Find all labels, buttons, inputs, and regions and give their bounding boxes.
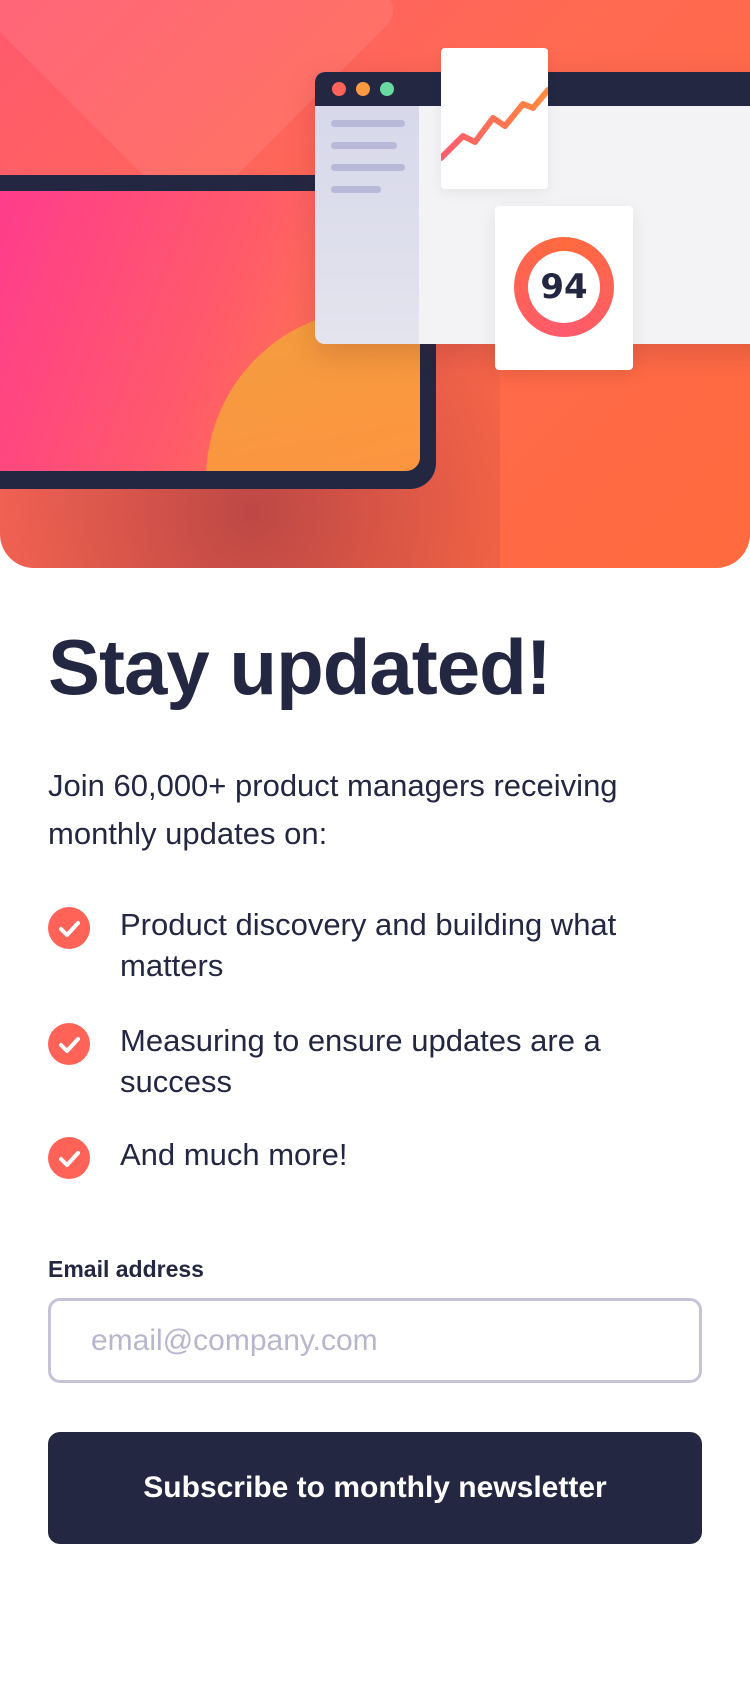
page-title: Stay updated!: [48, 623, 552, 711]
window-minimize-dot: [356, 82, 370, 96]
sidebar-line: [331, 186, 381, 193]
window-sidebar: [315, 106, 419, 344]
chart-card: [438, 48, 551, 189]
sidebar-line: [331, 164, 405, 171]
check-circle-icon: [48, 1023, 90, 1065]
feature-text: Product discovery and building what matt…: [120, 907, 617, 983]
check-circle-icon: [48, 907, 90, 949]
hero-illustration: 94: [0, 0, 750, 568]
trend-line-icon: [438, 87, 551, 161]
email-input[interactable]: [48, 1298, 702, 1383]
feature-text: And much more!: [120, 1137, 348, 1172]
window-close-dot: [332, 82, 346, 96]
score-value: 94: [540, 267, 588, 307]
feature-text: Measuring to ensure updates are a succes…: [120, 1023, 601, 1099]
score-card: 94: [495, 206, 633, 370]
sidebar-line: [331, 142, 397, 149]
subscribe-button[interactable]: Subscribe to monthly newsletter: [48, 1432, 702, 1544]
sidebar-line: [331, 120, 405, 127]
check-circle-icon: [48, 1137, 90, 1179]
intro-text: Join 60,000+ product managers receiving …: [48, 768, 618, 851]
email-label: Email address: [48, 1256, 204, 1282]
window-maximize-dot: [380, 82, 394, 96]
